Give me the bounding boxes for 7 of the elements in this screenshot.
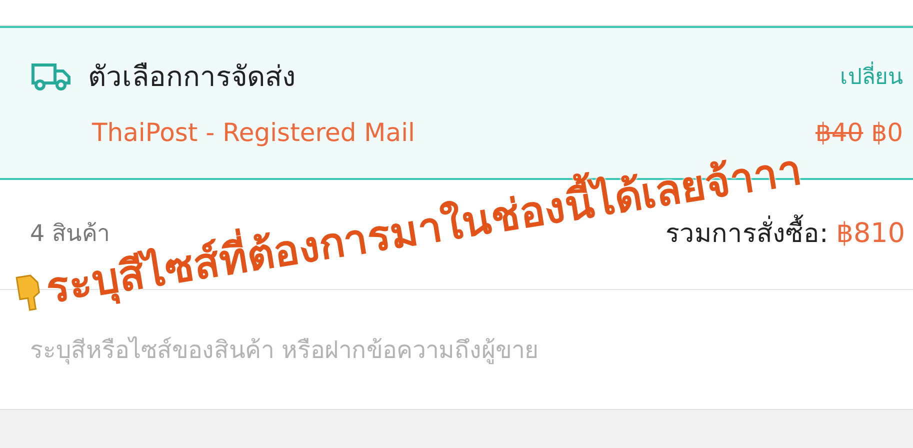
shipping-method: ThaiPost - Registered Mail — [92, 117, 415, 149]
shipping-price: ฿0 — [871, 117, 903, 149]
original-price: ฿40 — [815, 117, 864, 149]
change-link[interactable]: เปลี่ยน — [840, 60, 903, 94]
truck-icon — [30, 62, 72, 92]
shipping-title: ตัวเลือกการจัดส่ง — [88, 59, 296, 95]
total-price: ฿810 — [836, 217, 905, 252]
